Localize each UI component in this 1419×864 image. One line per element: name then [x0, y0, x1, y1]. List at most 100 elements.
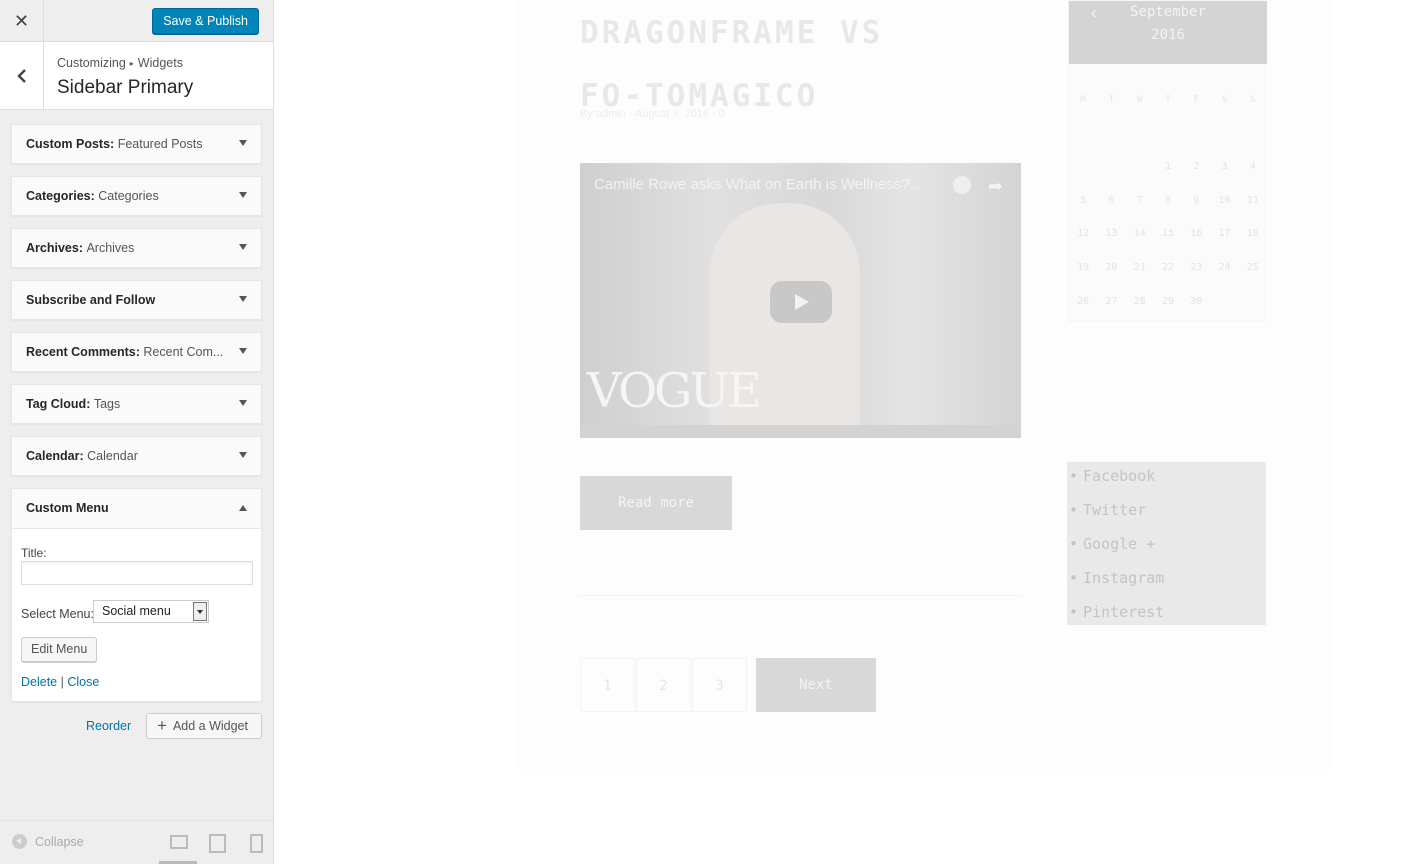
calendar-weekday: T — [1108, 95, 1115, 105]
add-widget-label: Add a Widget — [172, 719, 248, 733]
calendar-day[interactable]: 24 — [1210, 257, 1238, 291]
expand-arrow-icon[interactable] — [239, 452, 247, 458]
calendar-day[interactable]: 28 — [1126, 291, 1154, 325]
calendar-day[interactable]: 17 — [1210, 223, 1238, 257]
calendar-day[interactable]: 22 — [1154, 257, 1182, 291]
page-1-link[interactable]: 1 — [580, 658, 635, 712]
social-link-instagram[interactable]: Instagram — [1069, 569, 1164, 587]
calendar-day[interactable]: 4 — [1239, 156, 1267, 190]
section-header: Customizing ▸ Widgets Sidebar Primary — [0, 42, 273, 110]
calendar-weekday: W — [1136, 95, 1143, 105]
calendar-weekday: S — [1221, 95, 1228, 105]
widget-calendar[interactable]: Calendar: Calendar — [11, 436, 262, 476]
calendar-weekday: F — [1193, 95, 1199, 105]
expand-arrow-icon[interactable] — [239, 140, 247, 146]
calendar-day[interactable]: 6 — [1097, 190, 1125, 224]
calendar-day[interactable]: 11 — [1239, 190, 1267, 224]
calendar-day[interactable]: 8 — [1154, 190, 1182, 224]
close-link[interactable]: Close — [67, 675, 99, 689]
customizer-header: ✕ Save & Publish — [0, 0, 273, 42]
calendar-day[interactable]: 30 — [1182, 291, 1210, 325]
widget-name: Tags — [93, 397, 121, 411]
widget-custom-menu: Custom Menu Title: Select Menu: Social m… — [11, 488, 262, 702]
widget-categories[interactable]: Categories: Categories — [11, 176, 262, 216]
calendar-day[interactable]: 16 — [1182, 223, 1210, 257]
title-input[interactable] — [21, 561, 253, 585]
calendar-day[interactable]: 2 — [1182, 156, 1210, 190]
add-widget-button[interactable]: + Add a Widget — [146, 713, 262, 739]
calendar-day[interactable]: 21 — [1126, 257, 1154, 291]
widget-type: Tag Cloud — [26, 397, 87, 411]
page-2-link[interactable]: 2 — [636, 658, 691, 712]
widget-tag-cloud[interactable]: Tag Cloud: Tags — [11, 384, 262, 424]
widget-archives[interactable]: Archives: Archives — [11, 228, 262, 268]
desktop-preview-icon[interactable] — [167, 833, 189, 851]
play-button[interactable] — [770, 281, 832, 323]
calendar-day[interactable]: 1 — [1154, 156, 1182, 190]
widget-type: Subscribe and Follow — [26, 293, 156, 307]
calendar-day[interactable]: 3 — [1210, 156, 1238, 190]
calendar-week: 1234 — [1069, 156, 1267, 190]
expand-arrow-icon[interactable] — [239, 348, 247, 354]
customizer-footer: Collapse — [0, 820, 273, 864]
tablet-preview-icon[interactable] — [205, 833, 227, 853]
social-link-pinterest[interactable]: Pinterest — [1069, 603, 1164, 621]
calendar-day[interactable]: 13 — [1097, 223, 1125, 257]
video-progress-bar[interactable] — [580, 425, 1021, 438]
widget-name: Categories — [98, 189, 159, 203]
vogue-logo: VOGUE — [587, 363, 762, 419]
clock-icon[interactable] — [953, 176, 971, 194]
calendar-day[interactable]: 25 — [1239, 257, 1267, 291]
social-link-facebook[interactable]: Facebook — [1069, 467, 1155, 485]
expand-arrow-icon[interactable] — [239, 296, 247, 302]
calendar-day[interactable]: 14 — [1126, 223, 1154, 257]
calendar-day[interactable]: 29 — [1154, 291, 1182, 325]
widget-subscribe-follow[interactable]: Subscribe and Follow — [11, 280, 262, 320]
reorder-link[interactable]: Reorder — [86, 719, 131, 733]
calendar-day[interactable]: 12 — [1069, 223, 1097, 257]
collapse-button[interactable]: Collapse — [12, 834, 84, 849]
calendar-day[interactable]: 19 — [1069, 257, 1097, 291]
mobile-preview-icon[interactable] — [245, 833, 267, 853]
select-menu-dropdown[interactable]: Social menu — [93, 600, 209, 623]
calendar-day[interactable]: 27 — [1097, 291, 1125, 325]
collapse-arrow-icon[interactable] — [239, 505, 247, 511]
calendar-day[interactable]: 20 — [1097, 257, 1125, 291]
close-customizer-button[interactable]: ✕ — [0, 0, 44, 42]
video-title[interactable]: Camille Rowe asks What on Earth is Welln… — [594, 176, 922, 193]
chevron-left-icon — [16, 68, 26, 83]
back-button[interactable] — [0, 42, 44, 109]
share-icon[interactable]: ➦ — [988, 176, 1003, 197]
site-preview: DRAGONFRAME VS FO-TOMAGICO By admin - Au… — [274, 0, 1419, 864]
calendar-day[interactable]: 18 — [1239, 223, 1267, 257]
save-publish-button[interactable]: Save & Publish — [152, 8, 259, 34]
read-more-button[interactable]: Read more — [580, 476, 732, 530]
social-link-googleplus[interactable]: Google + — [1069, 535, 1155, 553]
expand-arrow-icon[interactable] — [239, 244, 247, 250]
delete-link[interactable]: Delete — [21, 675, 57, 689]
calendar-day[interactable]: 9 — [1182, 190, 1210, 224]
calendar-prev-icon[interactable]: ‹ — [1091, 3, 1097, 24]
calendar-day[interactable]: 7 — [1126, 190, 1154, 224]
breadcrumb-separator-icon: ▸ — [129, 59, 134, 68]
calendar-day — [1239, 291, 1267, 325]
social-link-twitter[interactable]: Twitter — [1069, 501, 1146, 519]
calendar-day[interactable]: 15 — [1154, 223, 1182, 257]
next-page-button[interactable]: Next — [756, 658, 876, 712]
page-3-link[interactable]: 3 — [692, 658, 747, 712]
edit-menu-button[interactable]: Edit Menu — [21, 637, 98, 662]
calendar-day[interactable]: 10 — [1210, 190, 1238, 224]
widget-recent-comments[interactable]: Recent Comments: Recent Com... — [11, 332, 262, 372]
video-embed[interactable]: Camille Rowe asks What on Earth is Welln… — [580, 163, 1021, 438]
dropdown-arrow-icon[interactable] — [193, 602, 207, 621]
expand-arrow-icon[interactable] — [239, 192, 247, 198]
widget-custom-posts[interactable]: Custom Posts: Featured Posts — [11, 124, 262, 164]
calendar-day[interactable]: 5 — [1069, 190, 1097, 224]
widget-type: Custom Posts — [26, 137, 111, 151]
calendar-week: 12 13 14 15 16 17 18 — [1069, 223, 1267, 257]
widget-custom-menu-header[interactable]: Custom Menu — [12, 489, 261, 529]
expand-arrow-icon[interactable] — [239, 400, 247, 406]
widget-title: Tag Cloud: Tags — [26, 397, 121, 411]
calendar-day[interactable]: 26 — [1069, 291, 1097, 325]
calendar-day[interactable]: 23 — [1182, 257, 1210, 291]
